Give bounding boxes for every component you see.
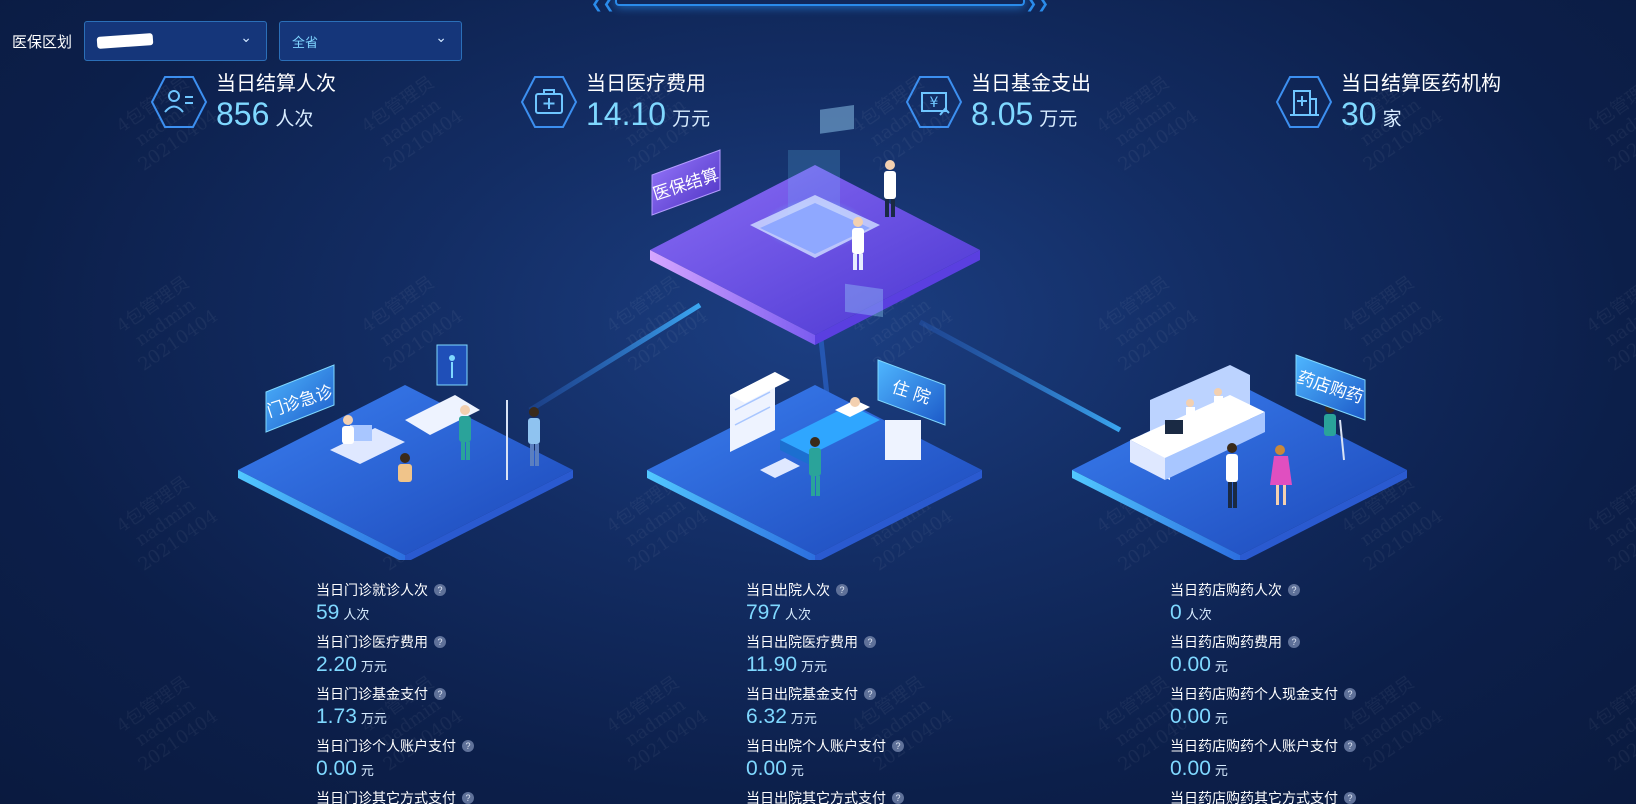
stat-item: 当日药店购药个人现金支付? 0.00 元 bbox=[1170, 684, 1356, 730]
stat-label: 当日药店购药费用 bbox=[1170, 634, 1282, 650]
stat-label: 当日药店购药其它方式支付 bbox=[1170, 790, 1338, 804]
stat-value: 0.00 bbox=[316, 757, 357, 780]
stat-item: 当日出院人次? 797 人次 bbox=[746, 580, 904, 626]
stat-item: 当日门诊基金支付? 1.73 万元 bbox=[316, 684, 474, 730]
help-icon[interactable]: ? bbox=[434, 636, 446, 648]
stat-unit: 万元 bbox=[801, 659, 828, 674]
stat-unit: 人次 bbox=[343, 607, 370, 622]
stat-item: 当日门诊其它方式支付? bbox=[316, 788, 474, 804]
stat-label: 当日出院其它方式支付 bbox=[746, 790, 886, 804]
watermark-text: 4包管理员nadmin20210404 bbox=[602, 672, 712, 776]
stat-value: 0.00 bbox=[1170, 705, 1211, 728]
help-icon[interactable]: ? bbox=[1288, 584, 1300, 596]
stat-item: 当日出院基金支付? 6.32 万元 bbox=[746, 684, 904, 730]
help-icon[interactable]: ? bbox=[836, 584, 848, 596]
stat-value: 0.00 bbox=[1170, 653, 1211, 676]
stat-value: 797 bbox=[746, 601, 782, 624]
outpatient-stats: 当日门诊就诊人次? 59 人次 当日门诊医疗费用? 2.20 万元 当日门诊基金支付… bbox=[316, 580, 474, 804]
stat-label: 当日药店购药人次 bbox=[1170, 582, 1282, 598]
stat-label: 当日出院人次 bbox=[746, 582, 830, 598]
sign-inpatient: 住 院 bbox=[877, 359, 946, 426]
stat-value: 0 bbox=[1170, 601, 1182, 624]
stat-unit: 人次 bbox=[785, 607, 812, 622]
stat-item: 当日出院医疗费用? 11.90 万元 bbox=[746, 632, 904, 678]
stat-label: 当日药店购药个人账户支付 bbox=[1170, 738, 1338, 754]
link-beam-left bbox=[528, 302, 702, 413]
stat-label: 当日门诊医疗费用 bbox=[316, 634, 428, 650]
inpatient-stats: 当日出院人次? 797 人次 当日出院医疗费用? 11.90 万元 当日出院基金支付… bbox=[746, 580, 904, 804]
stat-unit: 元 bbox=[1214, 763, 1228, 778]
stat-label: 当日药店购药个人现金支付 bbox=[1170, 686, 1338, 702]
stat-label: 当日门诊基金支付 bbox=[316, 686, 428, 702]
link-beam-right bbox=[918, 319, 1122, 433]
stat-item: 当日药店购药个人账户支付? 0.00 元 bbox=[1170, 736, 1356, 782]
stat-item: 当日门诊医疗费用? 2.20 万元 bbox=[316, 632, 474, 678]
help-icon[interactable]: ? bbox=[462, 792, 474, 804]
stat-label: 当日出院医疗费用 bbox=[746, 634, 858, 650]
help-icon[interactable]: ? bbox=[1344, 688, 1356, 700]
platform-settlement bbox=[650, 104, 980, 345]
stat-label: 当日门诊个人账户支付 bbox=[316, 738, 456, 754]
help-icon[interactable]: ? bbox=[434, 584, 446, 596]
stat-label: 当日门诊就诊人次 bbox=[316, 582, 428, 598]
platform-outpatient bbox=[238, 344, 573, 560]
settlement-scene: 医保结算 门诊急诊 住 院 药店购药 bbox=[238, 104, 1407, 560]
stat-value: 0.00 bbox=[746, 757, 787, 780]
stat-item: 当日药店购药人次? 0 人次 bbox=[1170, 580, 1356, 626]
stat-unit: 元 bbox=[1214, 659, 1228, 674]
stat-label: 当日出院个人账户支付 bbox=[746, 738, 886, 754]
stat-unit: 万元 bbox=[360, 711, 387, 726]
stat-item: 当日门诊就诊人次? 59 人次 bbox=[316, 580, 474, 626]
help-icon[interactable]: ? bbox=[434, 688, 446, 700]
sign-settlement: 医保结算 bbox=[651, 149, 721, 216]
stat-unit: 人次 bbox=[1185, 607, 1212, 622]
watermark-text: 4包管理员nadmin20210404 bbox=[1582, 672, 1636, 776]
stat-item: 当日门诊个人账户支付? 0.00 元 bbox=[316, 736, 474, 782]
help-icon[interactable]: ? bbox=[864, 636, 876, 648]
stat-item: 当日药店购药费用? 0.00 元 bbox=[1170, 632, 1356, 678]
stat-value: 1.73 bbox=[316, 705, 357, 728]
stat-value: 2.20 bbox=[316, 653, 357, 676]
stat-value: 6.32 bbox=[746, 705, 787, 728]
help-icon[interactable]: ? bbox=[892, 792, 904, 804]
sign-outpatient: 门诊急诊 bbox=[265, 364, 335, 433]
stat-item: 当日药店购药其它方式支付? bbox=[1170, 788, 1356, 804]
stat-item: 当日出院其它方式支付? bbox=[746, 788, 904, 804]
stat-unit: 元 bbox=[360, 763, 374, 778]
stat-value: 11.90 bbox=[746, 653, 797, 676]
help-icon[interactable]: ? bbox=[1288, 636, 1300, 648]
stat-value: 59 bbox=[316, 601, 340, 624]
help-icon[interactable]: ? bbox=[1344, 792, 1356, 804]
stat-unit: 元 bbox=[790, 763, 804, 778]
stat-label: 当日门诊其它方式支付 bbox=[316, 790, 456, 804]
help-icon[interactable]: ? bbox=[892, 740, 904, 752]
stat-label: 当日出院基金支付 bbox=[746, 686, 858, 702]
stat-value: 0.00 bbox=[1170, 757, 1211, 780]
stat-unit: 元 bbox=[1214, 711, 1228, 726]
stat-item: 当日出院个人账户支付? 0.00 元 bbox=[746, 736, 904, 782]
stat-unit: 万元 bbox=[360, 659, 387, 674]
watermark-text: 4包管理员nadmin20210404 bbox=[112, 672, 222, 776]
pharmacy-stats: 当日药店购药人次? 0 人次 当日药店购药费用? 0.00 元 当日药店购药个人现金… bbox=[1170, 580, 1356, 804]
help-icon[interactable]: ? bbox=[462, 740, 474, 752]
stat-unit: 万元 bbox=[790, 711, 817, 726]
help-icon[interactable]: ? bbox=[1344, 740, 1356, 752]
help-icon[interactable]: ? bbox=[864, 688, 876, 700]
